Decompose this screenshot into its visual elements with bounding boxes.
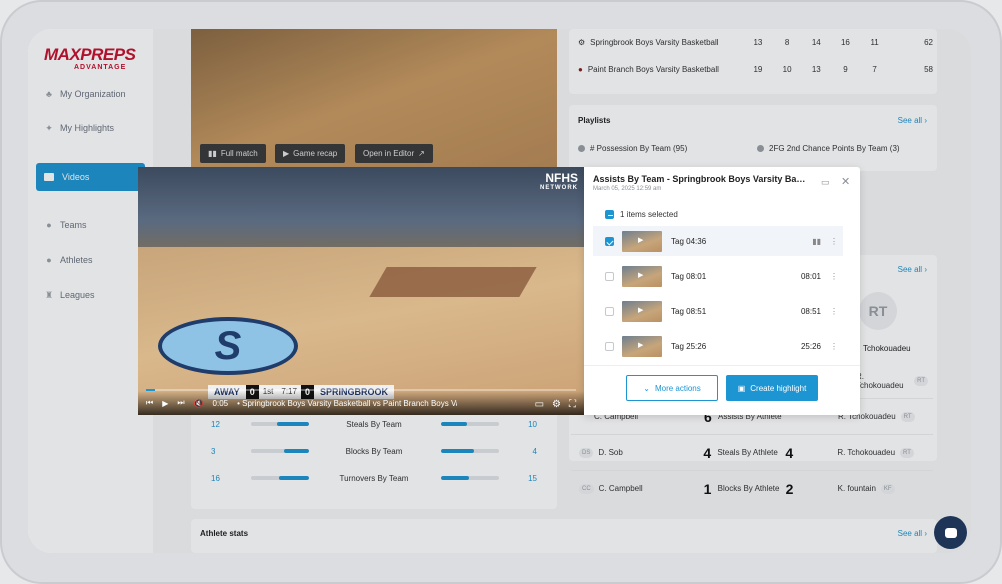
app-screen: MAXPREPS ADVANTAGE ♣ My Organization ✦ M…: [28, 29, 971, 553]
skip-forward-icon[interactable]: ⏭: [177, 398, 184, 408]
selected-count-label: 1 items selected: [620, 210, 678, 219]
clip-thumbnail[interactable]: [622, 230, 662, 252]
clip-thumbnail[interactable]: [622, 265, 662, 287]
more-vertical-icon[interactable]: ⋮: [829, 237, 839, 246]
highlight-icon: ▣: [737, 383, 746, 393]
clip-checkbox[interactable]: [605, 306, 614, 316]
select-all-checkbox[interactable]: [605, 210, 614, 219]
mute-icon[interactable]: 🔇: [194, 399, 204, 408]
nfhs-network-logo: NFHS NETWORK: [540, 172, 578, 193]
chat-button[interactable]: [934, 516, 967, 549]
video-time: 0:05: [212, 398, 229, 408]
clip-thumbnail[interactable]: [622, 300, 662, 322]
chat-bubble-icon: [944, 527, 957, 538]
clip-checkbox[interactable]: [605, 236, 614, 246]
clip-checkbox[interactable]: [605, 271, 614, 281]
network-sub: NETWORK: [540, 185, 578, 191]
close-icon[interactable]: ✕: [841, 175, 850, 188]
chevron-down-icon: ⌄: [643, 383, 650, 393]
play-icon[interactable]: ▶: [162, 399, 168, 408]
panel-date: March 05, 2025 12:59 am: [593, 186, 662, 192]
clip-name: Tag 25:26: [671, 341, 707, 351]
clip-row[interactable]: Tag 25:26 25:26 ⋮: [593, 331, 843, 361]
video-crowd: [138, 167, 584, 257]
video-title: • Springbrook Boys Varsity Basketball vs…: [237, 398, 457, 408]
court-logo-image: S: [158, 317, 298, 375]
clip-name: Tag 08:51: [671, 306, 707, 316]
clip-thumbnail[interactable]: [622, 335, 662, 357]
clip-name: Tag 08:01: [671, 271, 707, 281]
more-vertical-icon[interactable]: ⋮: [829, 342, 839, 351]
clip-row[interactable]: Tag 08:01 08:01 ⋮: [593, 261, 843, 291]
more-vertical-icon[interactable]: ⋮: [829, 307, 839, 316]
settings-gear-icon[interactable]: ⚙: [552, 399, 561, 410]
video-paint: [369, 267, 537, 297]
playlist-panel: Assists By Team - Springbrook Boys Varsi…: [584, 167, 860, 415]
create-highlight-label: Create highlight: [750, 383, 807, 393]
panel-footer: ⌄ More actions ▣ Create highlight: [584, 365, 860, 415]
clip-row[interactable]: Tag 04:36 ▮▮ ⋮: [593, 226, 843, 256]
video-controls-right: ▭ ⚙ ⛶: [535, 399, 576, 410]
more-vertical-icon[interactable]: ⋮: [829, 272, 839, 281]
minimize-window-icon[interactable]: ▭: [821, 177, 830, 188]
pip-icon[interactable]: ▭: [535, 399, 544, 410]
more-actions-label: More actions: [654, 383, 701, 393]
select-all-row[interactable]: 1 items selected: [605, 210, 678, 219]
clip-row[interactable]: Tag 08:51 08:51 ⋮: [593, 296, 843, 326]
fullscreen-icon[interactable]: ⛶: [569, 399, 576, 410]
clip-name: Tag 04:36: [671, 236, 707, 246]
skip-back-icon[interactable]: ⏮: [146, 398, 153, 408]
stats-bars-icon[interactable]: ▮▮: [812, 237, 821, 246]
clip-duration: 25:26: [800, 341, 821, 351]
clip-duration: 08:01: [800, 271, 821, 281]
video-player[interactable]: S NFHSNETWORK AWAY 0 1st 7:17 0 SPRINGBR…: [138, 167, 584, 415]
video-controls: ⏮ ▶ ⏭ 🔇 0:05 • Springbrook Boys Varsity …: [138, 391, 584, 415]
panel-title: Assists By Team - Springbrook Boys Varsi…: [593, 174, 808, 184]
clip-checkbox[interactable]: [605, 341, 614, 351]
more-actions-button[interactable]: ⌄ More actions: [626, 375, 718, 401]
create-highlight-button[interactable]: ▣ Create highlight: [726, 375, 818, 401]
clip-duration: 08:51: [800, 306, 821, 316]
